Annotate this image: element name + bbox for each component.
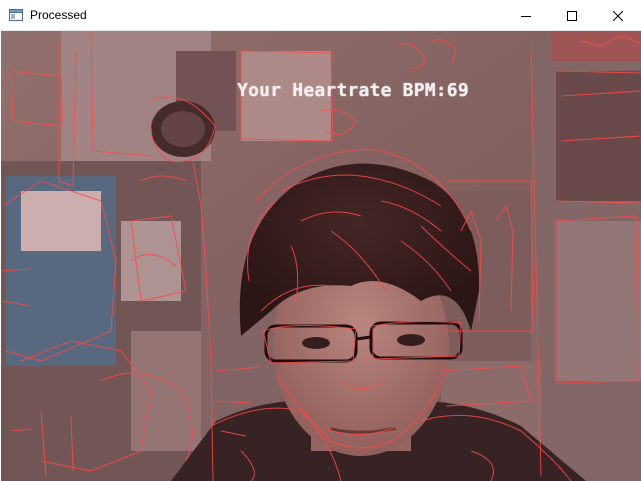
minimize-icon: [521, 15, 531, 17]
close-button[interactable]: [595, 0, 641, 31]
minimize-button[interactable]: [503, 0, 549, 31]
window-title: Processed: [30, 8, 87, 22]
maximize-button[interactable]: [549, 0, 595, 31]
video-frame: Your Heartrate BPM:69: [1, 31, 641, 481]
processed-window: Processed Your Heartrate BPM:69: [0, 0, 641, 481]
app-window-icon: [9, 9, 23, 21]
close-icon: [613, 10, 623, 21]
maximize-icon: [567, 10, 577, 21]
title-bar[interactable]: Processed: [0, 0, 641, 31]
bpm-overlay: Your Heartrate BPM:69: [237, 80, 469, 101]
